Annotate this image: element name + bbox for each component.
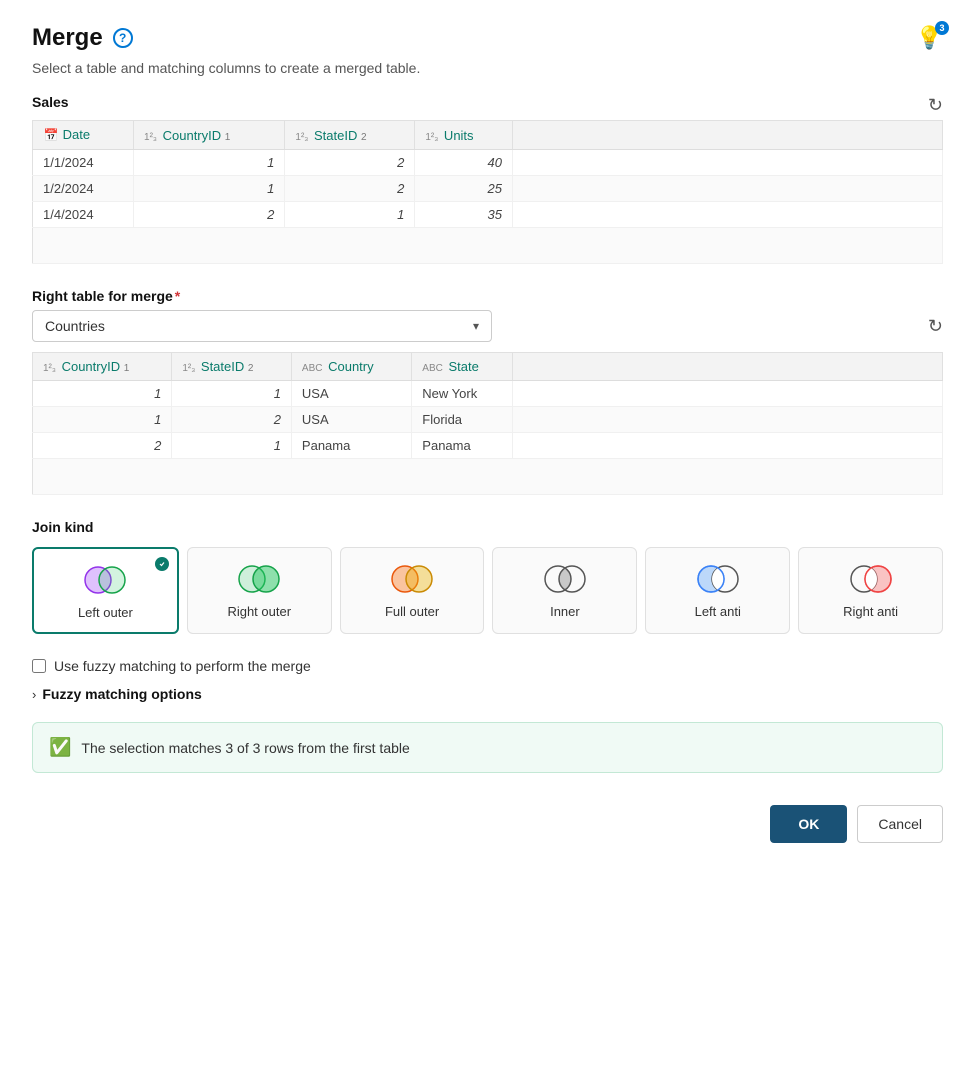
chevron-down-icon: ▾ [473,319,479,333]
join-kind-section: Join kind Left outer Right [32,519,943,634]
left-anti-venn [693,562,743,596]
left-outer-venn [80,563,130,597]
right-col-state[interactable]: ABC State [412,353,513,381]
table-row: 1/2/2024 1 2 25 [33,176,943,202]
success-message: The selection matches 3 of 3 rows from t… [81,740,409,756]
inner-venn [540,562,590,596]
refresh-sales-icon[interactable]: ↻ [928,95,943,116]
join-options: Left outer Right outer Full outer [32,547,943,634]
fuzzy-matching-row: Use fuzzy matching to perform the merge [32,658,943,674]
right-table-section: Right table for merge* Countries ▾ ↻ 1²₃… [32,288,943,495]
help-icon[interactable]: ? [113,28,133,48]
join-card-right-anti[interactable]: Right anti [798,547,943,634]
footer-buttons: OK Cancel [32,805,943,843]
right-table-label: Right table for merge* [32,288,943,304]
fuzzy-options-label: Fuzzy matching options [42,686,201,702]
sales-table-header: Sales ↻ [32,94,943,116]
refresh-right-table-icon[interactable]: ↻ [928,316,943,337]
calendar-icon: 📅 [43,127,59,143]
sales-col-date[interactable]: 📅 Date [33,121,134,150]
table-row-empty [33,228,943,264]
right-col-countryid[interactable]: 1²₃ CountryID 1 [33,353,172,381]
sales-table-header-row: 📅 Date 1²₃ CountryID 1 1²₃ StateID 2 1²₃… [33,121,943,150]
table-row-empty [33,459,943,495]
sales-col-countryid[interactable]: 1²₃ CountryID 1 [134,121,285,150]
sales-section: Sales ↻ 📅 Date 1²₃ CountryID 1 1²₃ State… [32,94,943,264]
dialog-header: Merge ? 💡 3 [32,24,943,52]
right-outer-venn [234,562,284,596]
right-table: 1²₃ CountryID 1 1²₃ StateID 2 ABC Countr… [32,352,943,495]
dropdown-value: Countries [45,318,105,334]
join-card-inner[interactable]: Inner [492,547,637,634]
sales-col-stateid[interactable]: 1²₃ StateID 2 [285,121,415,150]
dropdown-wrapper: Countries ▾ ↻ [32,310,943,342]
fuzzy-matching-label[interactable]: Use fuzzy matching to perform the merge [54,658,311,674]
cancel-button[interactable]: Cancel [857,805,943,843]
title-area: Merge ? [32,24,133,52]
right-table-dropdown[interactable]: Countries ▾ [32,310,492,342]
join-card-left-anti[interactable]: Left anti [645,547,790,634]
success-banner: ✅ The selection matches 3 of 3 rows from… [32,722,943,773]
subtitle: Select a table and matching columns to c… [32,60,943,76]
join-kind-label: Join kind [32,519,943,535]
ok-button[interactable]: OK [770,805,847,843]
fuzzy-matching-checkbox[interactable] [32,659,46,673]
table-row: 1/4/2024 2 1 35 [33,202,943,228]
right-col-stateid[interactable]: 1²₃ StateID 2 [172,353,292,381]
join-card-label-left-outer: Left outer [78,605,133,620]
right-col-country[interactable]: ABC Country [291,353,411,381]
sales-col-units[interactable]: 1²₃ Units [415,121,513,150]
lightbulb-icon[interactable]: 💡 3 [916,25,943,51]
join-card-label-full-outer: Full outer [385,604,439,619]
sales-label: Sales [32,94,69,110]
success-check-icon: ✅ [49,737,71,758]
table-row: 1/1/2024 1 2 40 [33,150,943,176]
sales-col-empty [513,121,943,150]
right-anti-venn [846,562,896,596]
table-row: 1 1 USA New York [33,381,943,407]
join-card-label-left-anti: Left anti [695,604,741,619]
right-col-empty [513,353,943,381]
right-table-header-row: 1²₃ CountryID 1 1²₃ StateID 2 ABC Countr… [33,353,943,381]
fuzzy-options-toggle[interactable]: › Fuzzy matching options [32,686,943,702]
join-card-label-inner: Inner [550,604,580,619]
join-card-left-outer[interactable]: Left outer [32,547,179,634]
chevron-right-icon: › [32,687,36,702]
lightbulb-badge: 3 [935,21,949,35]
join-card-label-right-outer: Right outer [227,604,291,619]
full-outer-venn [387,562,437,596]
join-card-label-right-anti: Right anti [843,604,898,619]
required-star: * [175,288,180,304]
join-card-full-outer[interactable]: Full outer [340,547,485,634]
table-row: 1 2 USA Florida [33,407,943,433]
table-row: 2 1 Panama Panama [33,433,943,459]
join-card-right-outer[interactable]: Right outer [187,547,332,634]
selected-check-icon [155,557,169,571]
sales-table: 📅 Date 1²₃ CountryID 1 1²₃ StateID 2 1²₃… [32,120,943,264]
page-title: Merge [32,24,103,52]
